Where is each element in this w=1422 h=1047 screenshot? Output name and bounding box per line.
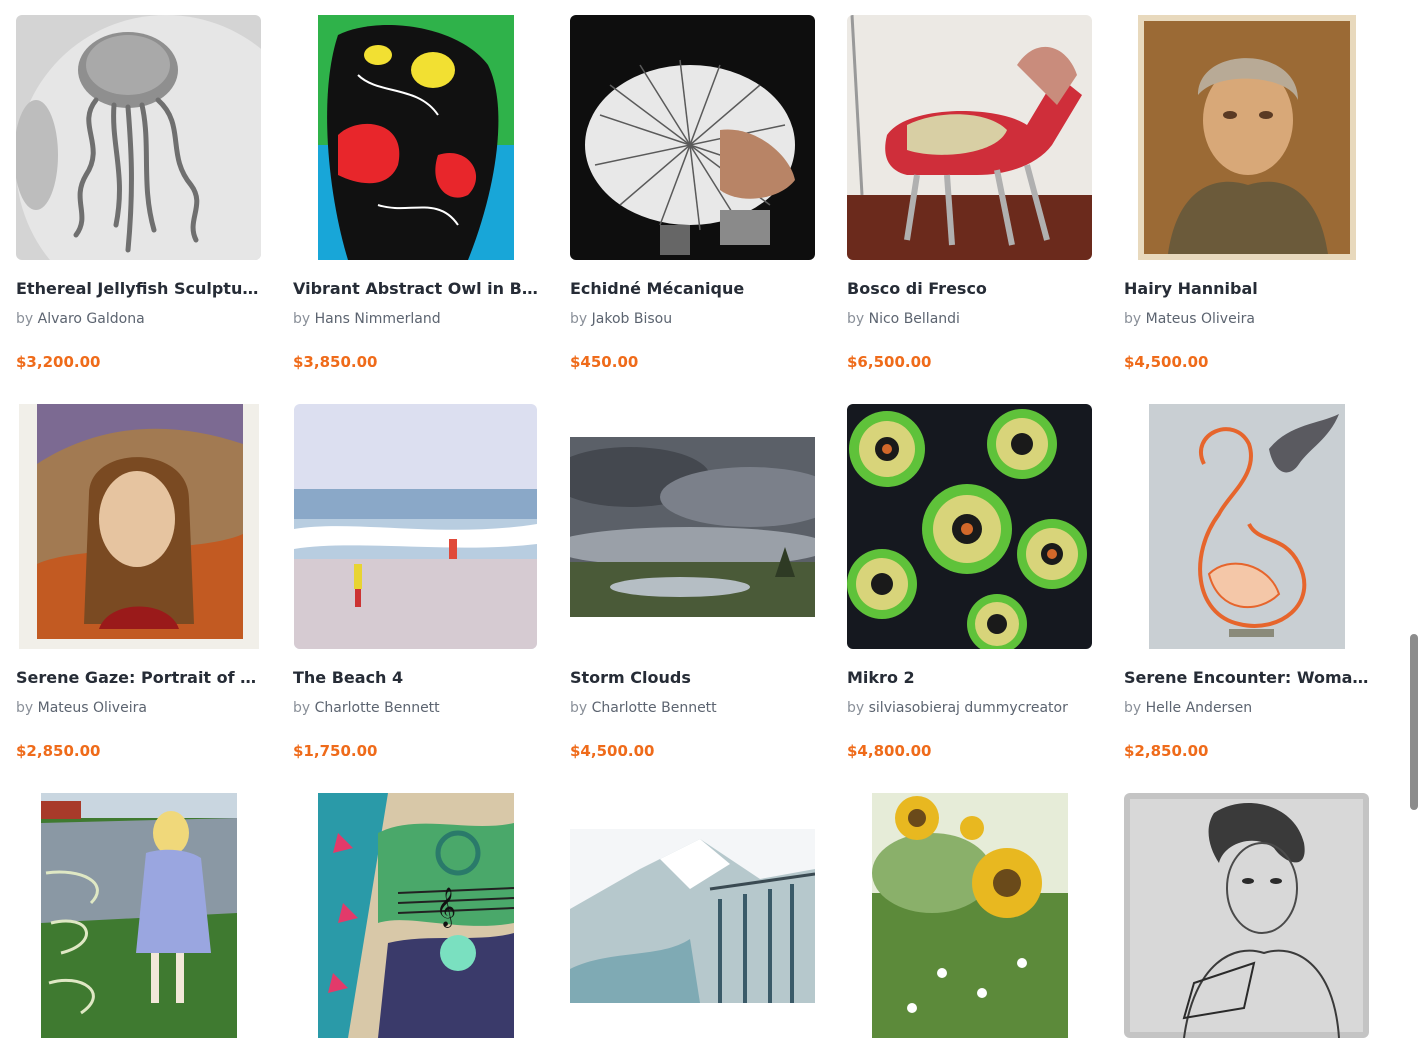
artist-line: by Mateus Oliveira bbox=[1124, 310, 1369, 328]
artwork-price: $4,500.00 bbox=[1124, 353, 1209, 371]
by-label: by bbox=[1124, 700, 1142, 716]
artist-name[interactable]: Helle Andersen bbox=[1146, 700, 1252, 716]
artwork-grid: Ethereal Jellyfish Sculpture i... by Alv… bbox=[0, 0, 1405, 1047]
artist-line: by Hans Nimmerland bbox=[293, 310, 538, 328]
artwork-title[interactable]: Mikro 2 bbox=[847, 668, 1092, 688]
artwork-image-mikro[interactable] bbox=[847, 404, 1092, 649]
artwork-title[interactable]: Storm Clouds bbox=[570, 668, 815, 688]
artwork-image-sunflowers[interactable] bbox=[871, 793, 1068, 1038]
artist-name[interactable]: Nico Bellandi bbox=[869, 311, 960, 327]
artwork-image-abstract-owl[interactable] bbox=[317, 15, 514, 260]
artist-line: by Helle Andersen bbox=[1124, 699, 1369, 717]
artwork-title[interactable]: Hairy Hannibal bbox=[1124, 279, 1369, 299]
artwork-title[interactable]: Vibrant Abstract Owl in Bold ... bbox=[293, 279, 538, 299]
artwork-image-charcoal-portrait[interactable] bbox=[1124, 793, 1369, 1038]
artwork-price: $4,500.00 bbox=[570, 742, 655, 760]
artwork-price: $3,200.00 bbox=[16, 353, 101, 371]
artwork-image-mountain-lift[interactable] bbox=[570, 828, 815, 1003]
artwork-title[interactable]: Bosco di Fresco bbox=[847, 279, 1092, 299]
artwork-image-portrait-girl[interactable] bbox=[18, 404, 259, 649]
artist-name[interactable]: Charlotte Bennett bbox=[315, 700, 440, 716]
artwork-image-music-abstract[interactable]: 𝄞 bbox=[317, 793, 514, 1038]
by-label: by bbox=[16, 700, 34, 716]
artist-name[interactable]: Jakob Bisou bbox=[592, 311, 672, 327]
artist-line: by Nico Bellandi bbox=[847, 310, 1092, 328]
artist-line: by Mateus Oliveira bbox=[16, 699, 261, 717]
scrollbar-thumb[interactable] bbox=[1410, 634, 1418, 810]
artist-line: by Charlotte Bennett bbox=[570, 699, 815, 717]
by-label: by bbox=[847, 700, 865, 716]
artwork-image-woman-bird[interactable] bbox=[1148, 404, 1345, 649]
artwork-title[interactable]: Echidné Mécanique bbox=[570, 279, 815, 299]
artist-name[interactable]: Mateus Oliveira bbox=[1146, 311, 1255, 327]
artist-name[interactable]: Alvaro Galdona bbox=[38, 311, 145, 327]
artwork-image-girl-green[interactable] bbox=[40, 793, 237, 1038]
artist-name[interactable]: Mateus Oliveira bbox=[38, 700, 147, 716]
artwork-price: $1,750.00 bbox=[293, 742, 378, 760]
artist-name[interactable]: silviasobieraj dummycreator bbox=[869, 700, 1068, 716]
artwork-image-horse[interactable] bbox=[847, 15, 1092, 260]
by-label: by bbox=[16, 311, 34, 327]
artwork-price: $2,850.00 bbox=[16, 742, 101, 760]
artwork-price: $2,850.00 bbox=[1124, 742, 1209, 760]
artist-line: by Charlotte Bennett bbox=[293, 699, 538, 717]
artwork-price: $3,850.00 bbox=[293, 353, 378, 371]
artist-line: by Jakob Bisou bbox=[570, 310, 815, 328]
by-label: by bbox=[570, 700, 588, 716]
artwork-price: $6,500.00 bbox=[847, 353, 932, 371]
artist-name[interactable]: Hans Nimmerland bbox=[315, 311, 441, 327]
artist-line: by silviasobieraj dummycreator bbox=[847, 699, 1092, 717]
artwork-title[interactable]: Ethereal Jellyfish Sculpture i... bbox=[16, 279, 261, 299]
artwork-image-jellyfish[interactable] bbox=[16, 15, 261, 260]
artwork-image-storm-clouds[interactable] bbox=[570, 436, 815, 617]
by-label: by bbox=[1124, 311, 1142, 327]
artwork-title[interactable]: The Beach 4 bbox=[293, 668, 538, 688]
artwork-image-portrait-man[interactable] bbox=[1137, 15, 1356, 260]
artwork-price: $450.00 bbox=[570, 353, 639, 371]
svg-text:𝄞: 𝄞 bbox=[436, 887, 456, 928]
by-label: by bbox=[570, 311, 588, 327]
artwork-image-beach[interactable] bbox=[294, 404, 537, 649]
by-label: by bbox=[293, 311, 311, 327]
artist-line: by Alvaro Galdona bbox=[16, 310, 261, 328]
by-label: by bbox=[293, 700, 311, 716]
artwork-title[interactable]: Serene Gaze: Portrait of a Yo... bbox=[16, 668, 261, 688]
by-label: by bbox=[847, 311, 865, 327]
artwork-title[interactable]: Serene Encounter: Woman a... bbox=[1124, 668, 1369, 688]
page-scrollbar[interactable] bbox=[1405, 0, 1422, 1047]
artwork-price: $4,800.00 bbox=[847, 742, 932, 760]
artist-name[interactable]: Charlotte Bennett bbox=[592, 700, 717, 716]
artwork-image-hedgehog[interactable] bbox=[570, 15, 815, 260]
